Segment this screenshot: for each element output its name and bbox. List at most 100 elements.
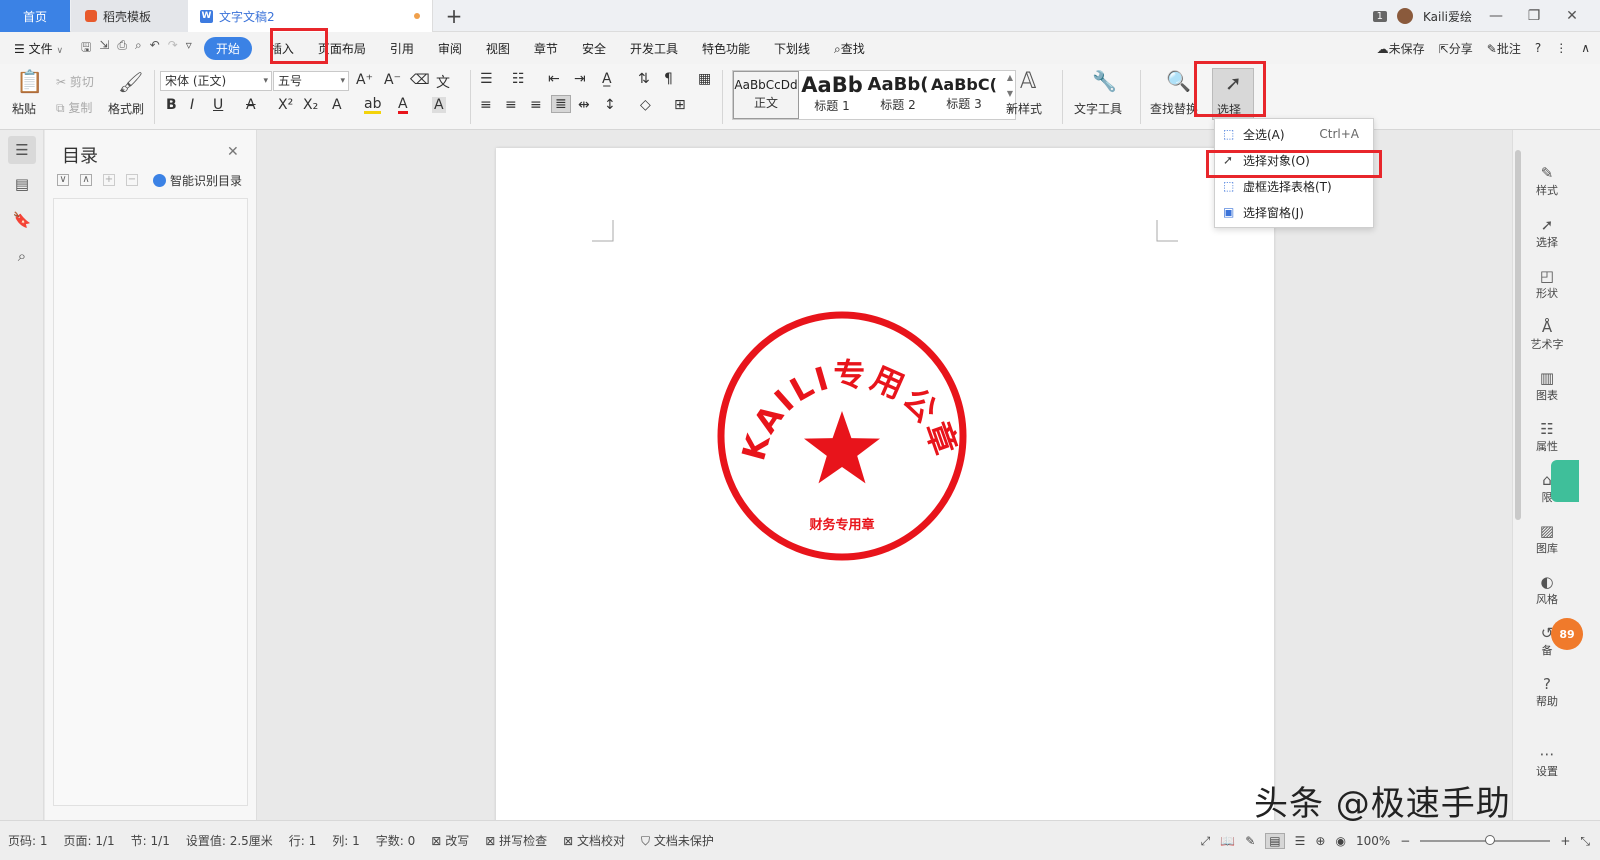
new-style-button[interactable]: 新样式 bbox=[1006, 100, 1042, 117]
styles-scroll-up-icon[interactable]: ▲ bbox=[1007, 73, 1013, 82]
close-button[interactable]: ✕ bbox=[1558, 8, 1586, 24]
font-color-icon[interactable]: A bbox=[398, 97, 408, 114]
bookmark-icon[interactable]: 🔖 bbox=[8, 206, 36, 234]
share-button[interactable]: ⇱分享 bbox=[1439, 40, 1473, 57]
zoom-level[interactable]: 100% bbox=[1356, 834, 1390, 848]
select-all-item[interactable]: ⬚ 全选(A) Ctrl+A bbox=[1215, 122, 1373, 146]
new-style-icon[interactable]: 𝔸 bbox=[1020, 69, 1036, 94]
tool-wordart[interactable]: Å 艺术字 bbox=[1527, 318, 1567, 352]
undo-icon[interactable]: ↶ bbox=[150, 38, 160, 59]
sort-icon[interactable]: ⇅ bbox=[638, 71, 650, 87]
tab-home[interactable]: 首页 bbox=[0, 0, 70, 32]
align-left-icon[interactable]: ≡ bbox=[480, 97, 492, 113]
fit-width-icon[interactable]: ⤡ bbox=[1580, 834, 1590, 849]
user-name[interactable]: Kaili爱绘 bbox=[1423, 8, 1472, 25]
magnifier-icon[interactable]: 🔍 bbox=[1166, 69, 1191, 93]
style-normal[interactable]: AaBbCcDd 正文 bbox=[733, 71, 799, 119]
status-pages[interactable]: 页面: 1/1 bbox=[56, 832, 123, 849]
redo-icon[interactable]: ↷ bbox=[168, 38, 178, 59]
subscript-icon[interactable]: X₂ bbox=[303, 97, 318, 113]
remove-level-icon[interactable]: − bbox=[126, 174, 138, 186]
italic-icon[interactable]: I bbox=[190, 97, 194, 113]
eye-protect-icon[interactable]: ◉ bbox=[1335, 834, 1345, 848]
border-icon[interactable]: ⊞ bbox=[674, 97, 686, 113]
tool-properties[interactable]: ☷ 属性 bbox=[1527, 420, 1567, 454]
status-row[interactable]: 行: 1 bbox=[281, 832, 325, 849]
toc-icon[interactable]: ☰ bbox=[8, 136, 36, 164]
decrease-indent-icon[interactable]: ⇤ bbox=[548, 71, 560, 87]
paste-button[interactable]: 粘贴 bbox=[12, 100, 36, 117]
phonetic-guide-icon[interactable]: 文 bbox=[436, 72, 450, 92]
status-setting[interactable]: 设置值: 2.5厘米 bbox=[178, 832, 281, 849]
reading-mode-icon[interactable]: 📖 bbox=[1220, 834, 1235, 848]
font-name-select[interactable]: 宋体 (正文) bbox=[160, 71, 272, 91]
menu-tab-start[interactable]: 开始 bbox=[203, 36, 252, 60]
align-right-icon[interactable]: ≡ bbox=[530, 97, 542, 113]
menu-tab-references[interactable]: 引用 bbox=[378, 40, 426, 57]
outline-view-icon[interactable]: ☰ bbox=[1295, 834, 1306, 848]
add-level-icon[interactable]: + bbox=[103, 174, 115, 186]
search-command[interactable]: ⌕查找 bbox=[822, 40, 877, 57]
styles-scroll-down-icon[interactable]: ▼ bbox=[1007, 89, 1013, 98]
menu-tab-developer[interactable]: 开发工具 bbox=[618, 40, 690, 57]
proofread-button[interactable]: ⊠ 文档校对 bbox=[555, 832, 633, 849]
superscript-icon[interactable]: X² bbox=[278, 97, 293, 113]
customize-icon[interactable]: ▿ bbox=[186, 38, 192, 59]
format-painter-icon[interactable]: 🖌 bbox=[118, 70, 143, 94]
new-tab-button[interactable]: + bbox=[443, 4, 465, 28]
highlight-color-icon[interactable]: ab bbox=[364, 97, 382, 114]
style-heading-2[interactable]: AaBb( 标题 2 bbox=[865, 71, 931, 119]
status-page[interactable]: 页码: 1 bbox=[0, 832, 56, 849]
zoom-out-icon[interactable]: − bbox=[1400, 834, 1410, 848]
menu-tab-features[interactable]: 特色功能 bbox=[690, 40, 762, 57]
document-page[interactable]: KAILI专用公章 财务专用章 bbox=[496, 148, 1274, 828]
text-tools-button[interactable]: 文字工具 bbox=[1074, 100, 1122, 117]
format-painter-button[interactable]: 格式刷 bbox=[108, 100, 144, 117]
tool-help[interactable]: ? 帮助 bbox=[1527, 675, 1567, 709]
menu-tab-security[interactable]: 安全 bbox=[570, 40, 618, 57]
style-heading-1[interactable]: AaBb 标题 1 bbox=[799, 71, 865, 119]
status-section[interactable]: 节: 1/1 bbox=[123, 832, 178, 849]
tool-shapes[interactable]: ◰ 形状 bbox=[1527, 267, 1567, 301]
protect-status[interactable]: ⛉ 文档未保护 bbox=[633, 832, 722, 849]
web-view-icon[interactable]: ⊕ bbox=[1315, 834, 1325, 848]
tool-settings[interactable]: ⋯ 设置 bbox=[1527, 745, 1567, 779]
print-icon[interactable]: ⎙ bbox=[117, 38, 127, 59]
strikethrough-icon[interactable]: A bbox=[246, 97, 256, 113]
tool-styles[interactable]: ✎ 样式 bbox=[1527, 164, 1567, 198]
grow-font-icon[interactable]: A⁺ bbox=[356, 72, 373, 88]
numbered-list-icon[interactable]: ☷ bbox=[512, 71, 525, 87]
tool-chart[interactable]: ▥ 图表 bbox=[1527, 369, 1567, 403]
table-borders-icon[interactable]: ▦ bbox=[698, 71, 711, 87]
avatar[interactable] bbox=[1396, 8, 1413, 24]
menu-tab-chapter[interactable]: 章节 bbox=[522, 40, 570, 57]
score-badge[interactable]: 89 bbox=[1551, 618, 1583, 650]
show-marks-icon[interactable]: ¶ bbox=[664, 71, 673, 87]
official-seal-stamp[interactable]: KAILI专用公章 财务专用章 bbox=[714, 308, 970, 564]
floating-assistant-tab[interactable] bbox=[1551, 460, 1579, 502]
line-spacing-icon[interactable]: ↕ bbox=[604, 97, 616, 113]
page-view-icon[interactable]: ▤ bbox=[1265, 833, 1285, 849]
bullet-list-icon[interactable]: ☰ bbox=[480, 71, 493, 87]
expand-up-icon[interactable]: ∧ bbox=[80, 174, 92, 186]
print-preview-icon[interactable]: ⌕ bbox=[135, 38, 142, 59]
zoom-slider[interactable] bbox=[1420, 835, 1551, 845]
file-menu[interactable]: ☰ 文件 ∨ bbox=[0, 40, 75, 57]
copy-button[interactable]: ⧉ 复制 bbox=[56, 99, 92, 116]
justify-icon[interactable]: ≣ bbox=[551, 95, 571, 113]
tool-theme[interactable]: ◐ 风格 bbox=[1527, 573, 1567, 607]
more-icon[interactable]: ⋮ bbox=[1555, 41, 1567, 55]
cut-button[interactable]: ✂ 剪切 bbox=[56, 73, 94, 90]
find-icon[interactable]: ⌕ bbox=[8, 242, 36, 270]
menu-tab-review[interactable]: 审阅 bbox=[426, 40, 474, 57]
bold-icon[interactable]: B bbox=[166, 97, 177, 113]
align-center-icon[interactable]: ≡ bbox=[505, 97, 517, 113]
collapse-all-icon[interactable]: ∨ bbox=[57, 174, 69, 186]
save-icon[interactable]: 🖫 bbox=[81, 38, 91, 59]
menu-tab-underline[interactable]: 下划线 bbox=[762, 40, 822, 57]
fullscreen-icon[interactable]: ⤢ bbox=[1201, 834, 1211, 849]
edit-mode-icon[interactable]: ✎ bbox=[1245, 834, 1255, 848]
shrink-font-icon[interactable]: A⁻ bbox=[384, 72, 401, 88]
tab-template[interactable]: 稻壳模板 bbox=[71, 0, 188, 32]
help-button[interactable]: ? bbox=[1535, 41, 1541, 55]
